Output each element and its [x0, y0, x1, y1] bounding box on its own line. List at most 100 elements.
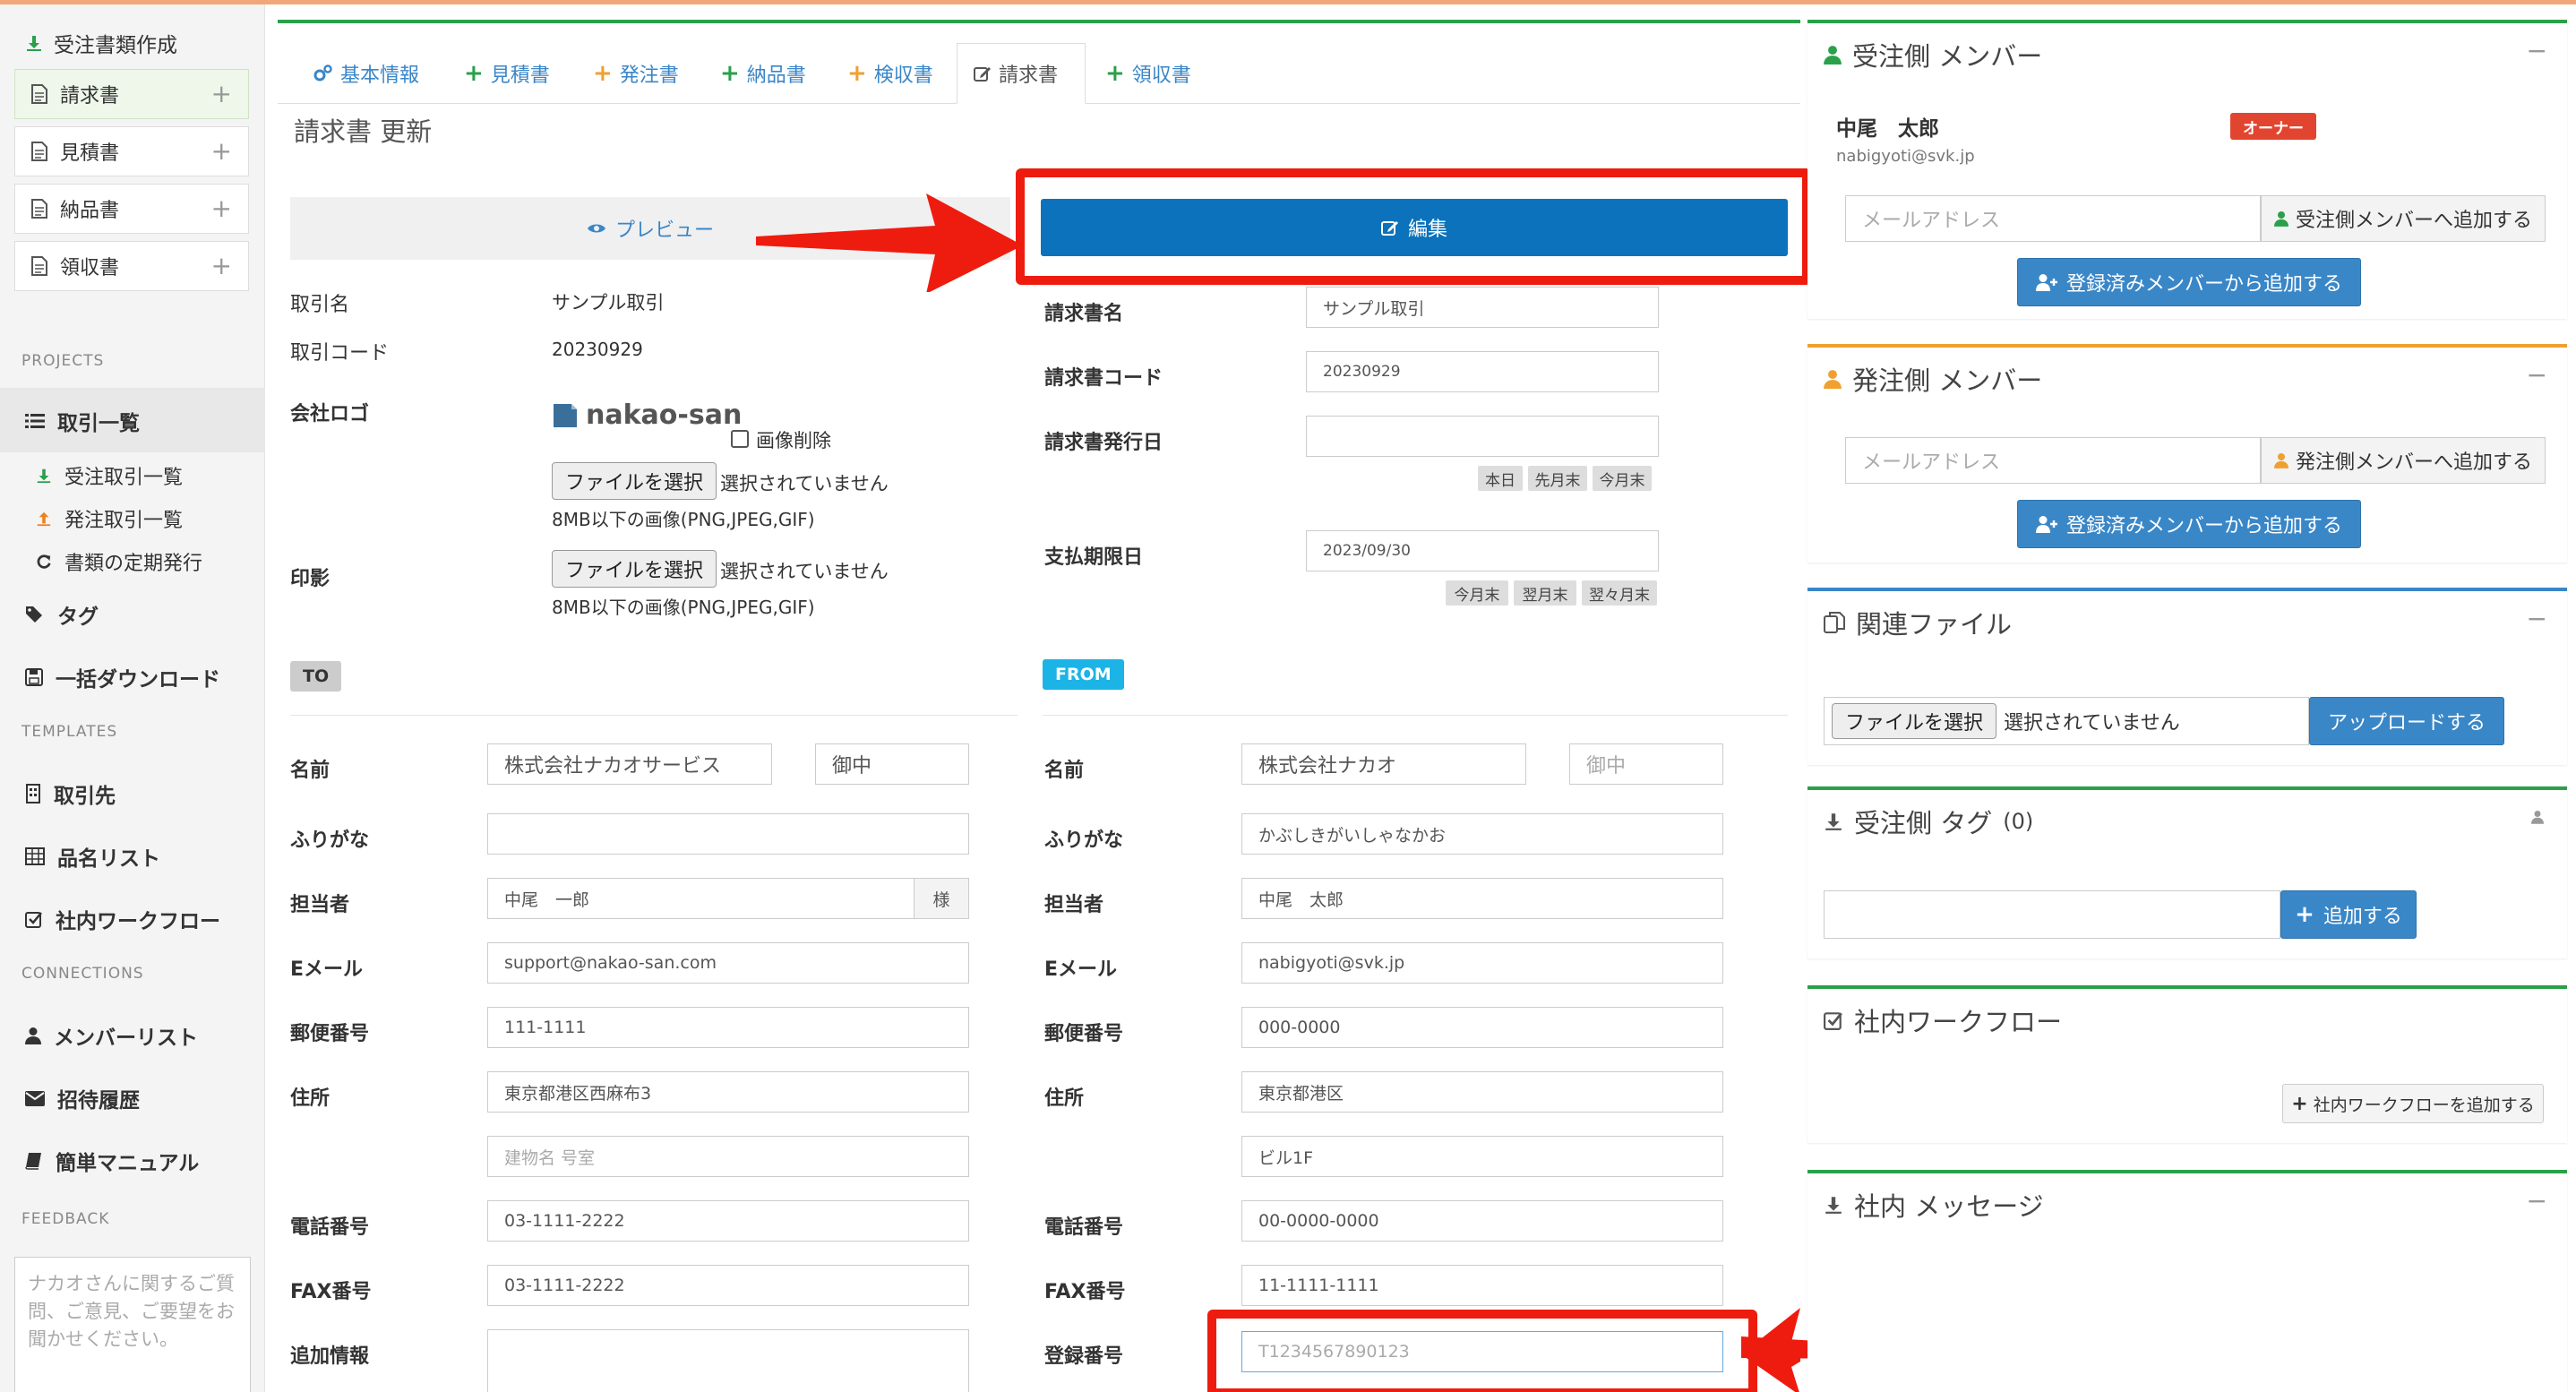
collapse-icon[interactable]: −: [2527, 604, 2547, 633]
workflow-title: 社内ワークフロー: [1824, 1001, 2062, 1039]
sidebar-title[interactable]: 受注書類作成: [25, 28, 177, 58]
to-email-input[interactable]: support@nakao-san.com: [487, 942, 969, 984]
receiver-tags-title: 受注側 タグ (0): [1824, 803, 2033, 840]
plus-icon[interactable]: +: [211, 139, 232, 164]
nav-items-label: 品名リスト: [57, 847, 160, 871]
to-extra-textarea[interactable]: [487, 1329, 969, 1392]
from-email-input[interactable]: nabigyoti@svk.jp: [1241, 942, 1723, 984]
plus-icon[interactable]: +: [211, 82, 232, 107]
table-icon: [25, 847, 45, 865]
from-address-input[interactable]: 東京都港区: [1241, 1071, 1723, 1113]
document-icon: [31, 199, 47, 219]
tag-input[interactable]: [1824, 890, 2280, 939]
logo-file-button[interactable]: ファイルを選択: [552, 462, 717, 500]
annotation-highlight-edit: [1016, 168, 1811, 285]
add-tag-button[interactable]: + 追加する: [2280, 890, 2417, 939]
nav-members[interactable]: メンバーリスト: [25, 1020, 198, 1051]
invoice-name-input[interactable]: サンプル取引: [1306, 287, 1659, 328]
from-building-input[interactable]: ビル1F: [1241, 1136, 1723, 1177]
due-date-input[interactable]: 2023/09/30: [1306, 530, 1659, 571]
collapse-icon[interactable]: −: [2527, 1186, 2547, 1216]
from-name-input[interactable]: 株式会社ナカオ: [1241, 743, 1526, 785]
to-fax-input[interactable]: 03-1111-2222: [487, 1265, 969, 1306]
nav-clients[interactable]: 取引先: [25, 778, 116, 809]
nav-deals[interactable]: 取引一覧: [25, 406, 140, 436]
from-reg-no-label: 登録番号: [1044, 1345, 1124, 1368]
from-tel-input[interactable]: 00-0000-0000: [1241, 1200, 1723, 1242]
related-file-input[interactable]: ファイルを選択 選択されていません: [1824, 697, 2309, 745]
orderer-registered-button[interactable]: 登録済みメンバーから追加する: [2017, 500, 2361, 548]
to-address-input[interactable]: 東京都港区西麻布3: [487, 1071, 969, 1113]
seal-file-button[interactable]: ファイルを選択: [552, 550, 717, 588]
nav-tags[interactable]: タグ: [25, 599, 99, 630]
seal-no-file: 選択されていません: [720, 561, 889, 582]
logo-text: nakao-san: [586, 400, 743, 431]
tab-purchase-order[interactable]: + 発注書: [577, 43, 695, 104]
sidebar-doc-estimate[interactable]: 見積書 +: [14, 126, 249, 176]
due-month-after-button[interactable]: 翌々月末: [1582, 580, 1657, 606]
from-person-input[interactable]: 中尾 太郎: [1241, 878, 1723, 919]
tab-label: 発注書: [619, 64, 679, 87]
orderer-email-input[interactable]: メールアドレス: [1845, 437, 2261, 484]
plus-icon[interactable]: +: [211, 196, 232, 221]
nav-items[interactable]: 品名リスト: [25, 841, 160, 872]
tab-estimate[interactable]: + 見積書: [448, 43, 566, 104]
upload-button[interactable]: アップロードする: [2309, 697, 2504, 745]
receiver-tags-count: (0): [2003, 809, 2034, 834]
tab-receipt[interactable]: + 領収書: [1089, 43, 1207, 104]
tab-delivery[interactable]: + 納品書: [704, 43, 822, 104]
collapse-icon[interactable]: −: [2527, 360, 2547, 390]
nav-manual[interactable]: 簡単マニュアル: [25, 1146, 199, 1176]
to-person-input[interactable]: 中尾 一郎: [487, 878, 915, 919]
collapse-icon[interactable]: −: [2527, 36, 2547, 65]
to-zip-input[interactable]: 111-1111: [487, 1007, 969, 1048]
plus-icon: +: [847, 60, 867, 87]
to-honorific-input[interactable]: 御中: [815, 743, 969, 785]
company-logo: nakao-san: [552, 400, 742, 431]
to-building-input[interactable]: 建物名 号室: [487, 1136, 969, 1177]
sidebar-doc-receipt[interactable]: 領収書 +: [14, 241, 249, 291]
to-name-input[interactable]: 株式会社ナカオサービス: [487, 743, 772, 785]
due-this-month-button[interactable]: 今月末: [1446, 580, 1508, 606]
tab-inspection[interactable]: + 検収書: [831, 43, 949, 104]
add-tag-label: 追加する: [2323, 906, 2402, 928]
nav-bulk-download[interactable]: 一括ダウンロード: [25, 662, 220, 692]
issue-today-button[interactable]: 本日: [1478, 466, 1523, 491]
add-orderer-member-button[interactable]: 発注側メンバーへ追加する: [2261, 437, 2546, 484]
list-icon: [25, 414, 45, 428]
sidebar-doc-delivery[interactable]: 納品書 +: [14, 184, 249, 234]
add-receiver-member-button[interactable]: 受注側メンバーへ追加する: [2261, 195, 2546, 242]
annotation-highlight-reg-no: [1207, 1310, 1757, 1392]
feedback-textarea[interactable]: ナカオさんに関するご質問、ご意見、ご要望をお聞かせください。: [14, 1257, 251, 1392]
plus-icon[interactable]: +: [211, 253, 232, 279]
due-next-month-button[interactable]: 翌月末: [1514, 580, 1576, 606]
sidebar-doc-invoice[interactable]: 請求書 +: [14, 69, 249, 119]
tab-invoice[interactable]: 請求書: [957, 43, 1086, 104]
tab-label: 見積書: [490, 64, 550, 87]
issue-date-input[interactable]: [1306, 416, 1659, 457]
issue-last-month-button[interactable]: 先月末: [1528, 466, 1587, 491]
invoice-code-input[interactable]: 20230929: [1306, 351, 1659, 392]
from-zip-input[interactable]: 000-0000: [1241, 1007, 1723, 1048]
nav-workflow[interactable]: 社内ワークフロー: [25, 904, 220, 934]
to-tel-input[interactable]: 03-1111-2222: [487, 1200, 969, 1242]
user-icon: [25, 1027, 41, 1044]
add-workflow-button[interactable]: + 社内ワークフローを追加する: [2282, 1084, 2544, 1123]
delete-image-checkbox[interactable]: [731, 430, 749, 448]
nav-periodic[interactable]: 書類の定期発行: [36, 547, 202, 576]
issue-this-month-button[interactable]: 今月末: [1593, 466, 1652, 491]
plus-icon: +: [720, 60, 740, 87]
related-file-button[interactable]: ファイルを選択: [1832, 703, 1997, 739]
from-kana-input[interactable]: かぶしきがいしゃなかお: [1241, 813, 1723, 855]
to-kana-input[interactable]: [487, 813, 969, 855]
receiver-email-input[interactable]: メールアドレス: [1845, 195, 2261, 242]
document-icon: [31, 142, 47, 161]
nav-received-deals[interactable]: 受注取引一覧: [36, 461, 183, 490]
receiver-registered-button[interactable]: 登録済みメンバーから追加する: [2017, 258, 2361, 306]
nav-ordered-deals[interactable]: 発注取引一覧: [36, 504, 183, 533]
nav-invites[interactable]: 招待履歴: [25, 1083, 140, 1113]
from-fax-input[interactable]: 11-1111-1111: [1241, 1265, 1723, 1306]
add-orderer-member-label: 発注側メンバーへ追加する: [2296, 451, 2533, 474]
from-honorific-input[interactable]: 御中: [1569, 743, 1723, 785]
tab-basic-info[interactable]: 基本情報: [297, 43, 435, 104]
